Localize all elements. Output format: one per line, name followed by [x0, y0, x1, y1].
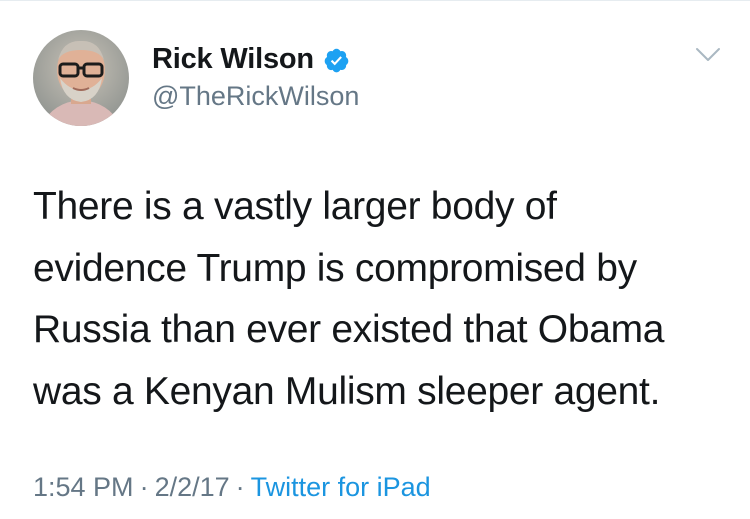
profile-photo-icon — [33, 30, 129, 126]
tweet-metadata: 1:54 PM · 2/2/17 · Twitter for iPad — [33, 470, 431, 504]
verified-badge-icon — [323, 47, 350, 74]
tweet-time[interactable]: 1:54 PM — [33, 472, 134, 502]
author-display-name-row[interactable]: Rick Wilson — [152, 42, 350, 76]
tweet-source-link[interactable]: Twitter for iPad — [251, 472, 431, 502]
avatar[interactable] — [33, 30, 129, 126]
top-divider — [0, 0, 750, 1]
tweet-date[interactable]: 2/2/17 — [155, 472, 230, 502]
meta-separator: · — [235, 472, 245, 502]
tweet-text: There is a vastly larger body of evidenc… — [33, 176, 723, 422]
author-display-name[interactable]: Rick Wilson — [152, 42, 314, 76]
chevron-down-icon[interactable] — [695, 47, 721, 63]
tweet-text-line: Russia than ever existed that Obama — [33, 308, 665, 351]
tweet-text-line: There is a vastly larger body of — [33, 185, 557, 228]
tweet-text-line: evidence Trump is compromised by — [33, 246, 637, 290]
author-handle[interactable]: @TheRickWilson — [152, 80, 359, 112]
tweet-text-line: was a Kenyan Mulism sleeper agent. — [33, 369, 661, 413]
meta-separator: · — [139, 472, 149, 502]
